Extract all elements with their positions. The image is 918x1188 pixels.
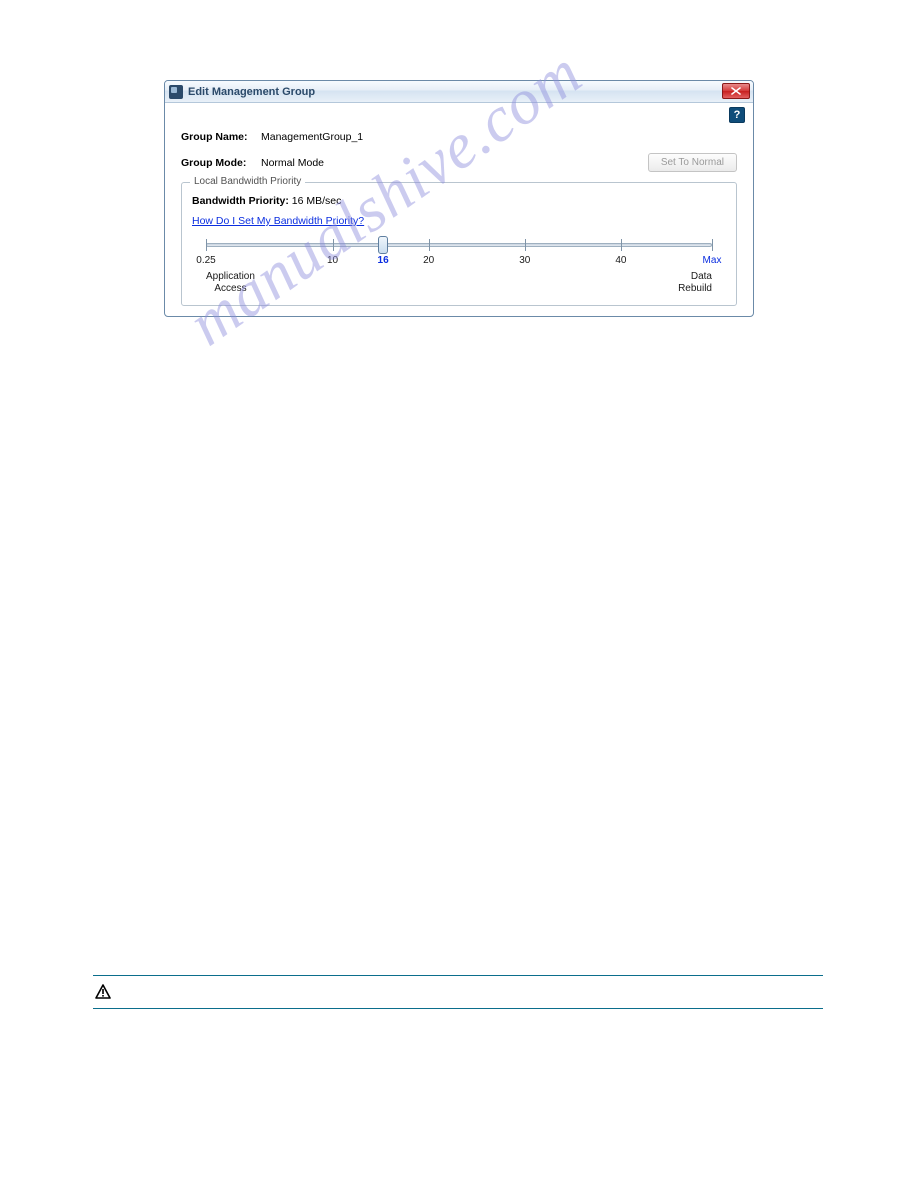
slider-tick-label: 20 [423, 255, 434, 266]
set-to-normal-button[interactable]: Set To Normal [648, 153, 737, 172]
group-mode-label: Group Mode: [181, 157, 261, 169]
caption-text: Application [206, 271, 255, 282]
dialog-titlebar: Edit Management Group [165, 81, 753, 103]
help-icon-glyph: ? [734, 109, 741, 121]
slider-tick [621, 239, 622, 251]
slider-tick [206, 239, 207, 251]
slider-tick-label: 40 [615, 255, 626, 266]
slider-tick [525, 239, 526, 251]
divider [93, 1008, 823, 1009]
group-name-row: Group Name: ManagementGroup_1 [181, 131, 737, 143]
fieldset-legend: Local Bandwidth Priority [190, 176, 305, 187]
slider-tick-label: 0.25 [196, 255, 215, 266]
slider-tick [333, 239, 334, 251]
bandwidth-priority-row: Bandwidth Priority: 16 MB/sec [192, 195, 726, 207]
close-icon [731, 87, 741, 95]
bandwidth-priority-label: Bandwidth Priority: [192, 195, 289, 207]
slider-tick [712, 239, 713, 251]
slider-tick-label-max: Max [703, 255, 722, 266]
caption-text: Access [214, 283, 246, 294]
group-mode-value: Normal Mode [261, 157, 324, 169]
edit-management-group-dialog: Edit Management Group ? Group Name: Mana… [164, 80, 754, 317]
slider-track-line [206, 243, 712, 247]
slider-tick-label: 30 [519, 255, 530, 266]
slider-tick [429, 239, 430, 251]
slider-tick-label-current: 16 [378, 255, 389, 266]
group-name-value: ManagementGroup_1 [261, 131, 363, 143]
bandwidth-help-link[interactable]: How Do I Set My Bandwidth Priority? [192, 215, 364, 227]
dialog-title: Edit Management Group [188, 86, 315, 98]
warning-icon [95, 984, 111, 1000]
slider-left-caption: Application Access [206, 271, 255, 295]
caption-text: Data [691, 271, 712, 282]
slider-labels: 0.25 10 16 20 30 40 Max [206, 255, 712, 269]
close-button[interactable] [722, 83, 750, 99]
local-bandwidth-priority-group: Local Bandwidth Priority Bandwidth Prior… [181, 182, 737, 306]
bandwidth-priority-value: 16 MB/sec [292, 195, 342, 207]
caution-block: CAUTION [93, 975, 823, 1009]
app-icon [169, 85, 183, 99]
group-mode-row: Group Mode: Normal Mode Set To Normal [181, 153, 737, 172]
help-button[interactable]: ? [729, 107, 745, 123]
slider-tick-label: 10 [327, 255, 338, 266]
group-name-label: Group Name: [181, 131, 261, 143]
slider-thumb[interactable] [378, 236, 388, 254]
bandwidth-slider[interactable] [206, 237, 712, 253]
slider-right-caption: Data Rebuild [678, 271, 712, 295]
caption-text: Rebuild [678, 283, 712, 294]
